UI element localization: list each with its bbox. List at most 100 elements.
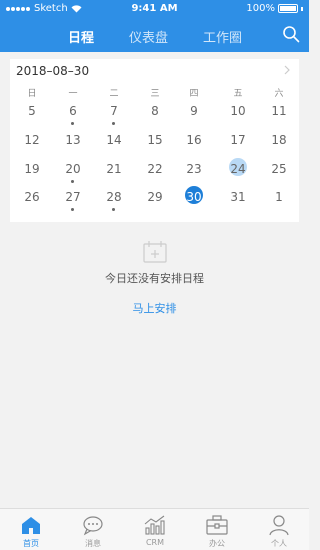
calendar-day-number: 10 [230, 104, 246, 118]
calendar-day[interactable]: 18 [262, 129, 296, 151]
top-nav: 日程 仪表盘 工作圈 [0, 22, 309, 50]
event-dot [71, 122, 74, 125]
calendar-day[interactable]: 27 [56, 186, 90, 211]
calendar-day[interactable]: 30 [177, 186, 211, 208]
calendar-day-number: 6 [69, 104, 77, 118]
calendar-day[interactable]: 6 [56, 100, 90, 125]
calendar-day-number: 22 [147, 162, 163, 176]
weekday-label: 日 [27, 89, 37, 99]
calendar-day-number: 29 [147, 190, 163, 204]
calendar-day-number: 1 [275, 190, 283, 204]
status-right: 100% [246, 3, 303, 14]
calendar-day-number: 30 [186, 190, 202, 204]
calendar-day-number: 20 [65, 162, 81, 176]
calendar-day-number: 14 [106, 133, 122, 147]
calendar-day[interactable]: 1 [262, 186, 296, 208]
event-dot [71, 180, 74, 183]
schedule-now-link[interactable]: 马上安排 [0, 300, 309, 316]
calendar-day[interactable]: 16 [177, 129, 211, 151]
tabbar-messages[interactable]: 消息 [62, 509, 124, 550]
calendar-day[interactable]: 22 [138, 158, 172, 180]
calendar-day-number: 27 [65, 190, 81, 204]
chart-icon [144, 515, 165, 535]
weekday-label: 五 [233, 89, 243, 99]
empty-message: 今日还没有安排日程 [105, 272, 204, 285]
calendar-day[interactable]: 8 [138, 100, 172, 122]
calendar-day[interactable]: 11 [262, 100, 296, 122]
calendar-card: 2018–08–30 日 一 二 三 四 五 六 5 6 7 8 9 10 11 12 13 14 15 16 17 1… [10, 59, 299, 222]
calendar-day-number: 26 [24, 190, 40, 204]
calendar-date[interactable]: 2018–08–30 [16, 64, 89, 78]
calendar-day[interactable]: 29 [138, 186, 172, 208]
briefcase-icon [206, 515, 228, 535]
calendar-day[interactable]: 19 [15, 158, 49, 180]
person-icon [269, 515, 289, 536]
calendar-day[interactable]: 12 [15, 129, 49, 151]
tab-schedule[interactable]: 日程 [68, 27, 94, 46]
calendar-day[interactable]: 23 [177, 158, 211, 180]
calendar-day[interactable]: 28 [97, 186, 131, 211]
tab-work-circle[interactable]: 工作圈 [203, 27, 242, 46]
calendar-day[interactable]: 26 [15, 186, 49, 208]
weekday-label: 四 [189, 89, 199, 99]
calendar-day[interactable]: 24 [221, 158, 255, 180]
event-dot [112, 122, 115, 125]
calendar-day-number: 12 [24, 133, 40, 147]
calendar-day-number: 13 [65, 133, 81, 147]
status-bar: Sketch 9:41 AM 100% [0, 0, 309, 18]
battery-tip [301, 6, 303, 11]
calendar-day[interactable]: 20 [56, 158, 90, 183]
calendar-day[interactable]: 25 [262, 158, 296, 180]
calendar-day-number: 16 [186, 133, 202, 147]
battery-percent: 100% [246, 3, 275, 14]
weekday-label: 三 [150, 89, 160, 99]
calendar-day-number: 15 [147, 133, 163, 147]
bottom-tabbar: 首页 消息 CRM 办公 个人 [0, 508, 309, 550]
calendar-day-number: 21 [106, 162, 122, 176]
battery-icon [278, 4, 298, 13]
calendar-day-number: 17 [230, 133, 246, 147]
event-dot [112, 208, 115, 211]
calendar-day-number: 25 [271, 162, 287, 176]
calendar-day-number: 28 [106, 190, 122, 204]
calendar-day-number: 18 [271, 133, 287, 147]
calendar-day-number: 8 [151, 104, 159, 118]
search-icon[interactable] [282, 25, 300, 43]
home-icon [22, 517, 40, 534]
tabbar-label: CRM [145, 538, 165, 547]
calendar-day[interactable]: 13 [56, 129, 90, 151]
weekday-label: 六 [274, 89, 284, 99]
chevron-right-icon[interactable] [283, 65, 291, 75]
calendar-day[interactable]: 14 [97, 129, 131, 151]
tabbar-office[interactable]: 办公 [186, 509, 248, 550]
calendar-day-number: 9 [190, 104, 198, 118]
weekday-label: 二 [109, 89, 119, 99]
tabbar-label: 消息 [85, 539, 101, 548]
tabbar-label: 个人 [271, 539, 287, 548]
calendar-add-icon [143, 241, 167, 263]
tab-dashboard[interactable]: 仪表盘 [129, 27, 168, 46]
calendar-day[interactable]: 21 [97, 158, 131, 180]
calendar-day-number: 7 [110, 104, 118, 118]
calendar-day[interactable]: 31 [221, 186, 255, 208]
tabbar-home[interactable]: 首页 [0, 509, 62, 550]
calendar-day[interactable]: 9 [177, 100, 211, 122]
calendar-day-number: 11 [271, 104, 287, 118]
event-dot [71, 208, 74, 211]
weekday-label: 一 [68, 89, 78, 99]
tabbar-crm[interactable]: CRM [124, 509, 186, 550]
calendar-day[interactable]: 7 [97, 100, 131, 125]
calendar-day-number: 24 [230, 162, 246, 176]
calendar-day[interactable]: 17 [221, 129, 255, 151]
tabbar-label: 办公 [209, 539, 225, 548]
calendar-day-number: 5 [28, 104, 36, 118]
calendar-day-number: 23 [186, 162, 202, 176]
calendar-day[interactable]: 5 [15, 100, 49, 122]
calendar-day[interactable]: 15 [138, 129, 172, 151]
header: Sketch 9:41 AM 100% 日程 仪表盘 工作圈 [0, 0, 309, 52]
calendar-day[interactable]: 10 [221, 100, 255, 122]
calendar-day-number: 31 [230, 190, 246, 204]
calendar-day-number: 19 [24, 162, 40, 176]
tabbar-label: 首页 [23, 539, 39, 548]
tabbar-profile[interactable]: 个人 [248, 509, 310, 550]
